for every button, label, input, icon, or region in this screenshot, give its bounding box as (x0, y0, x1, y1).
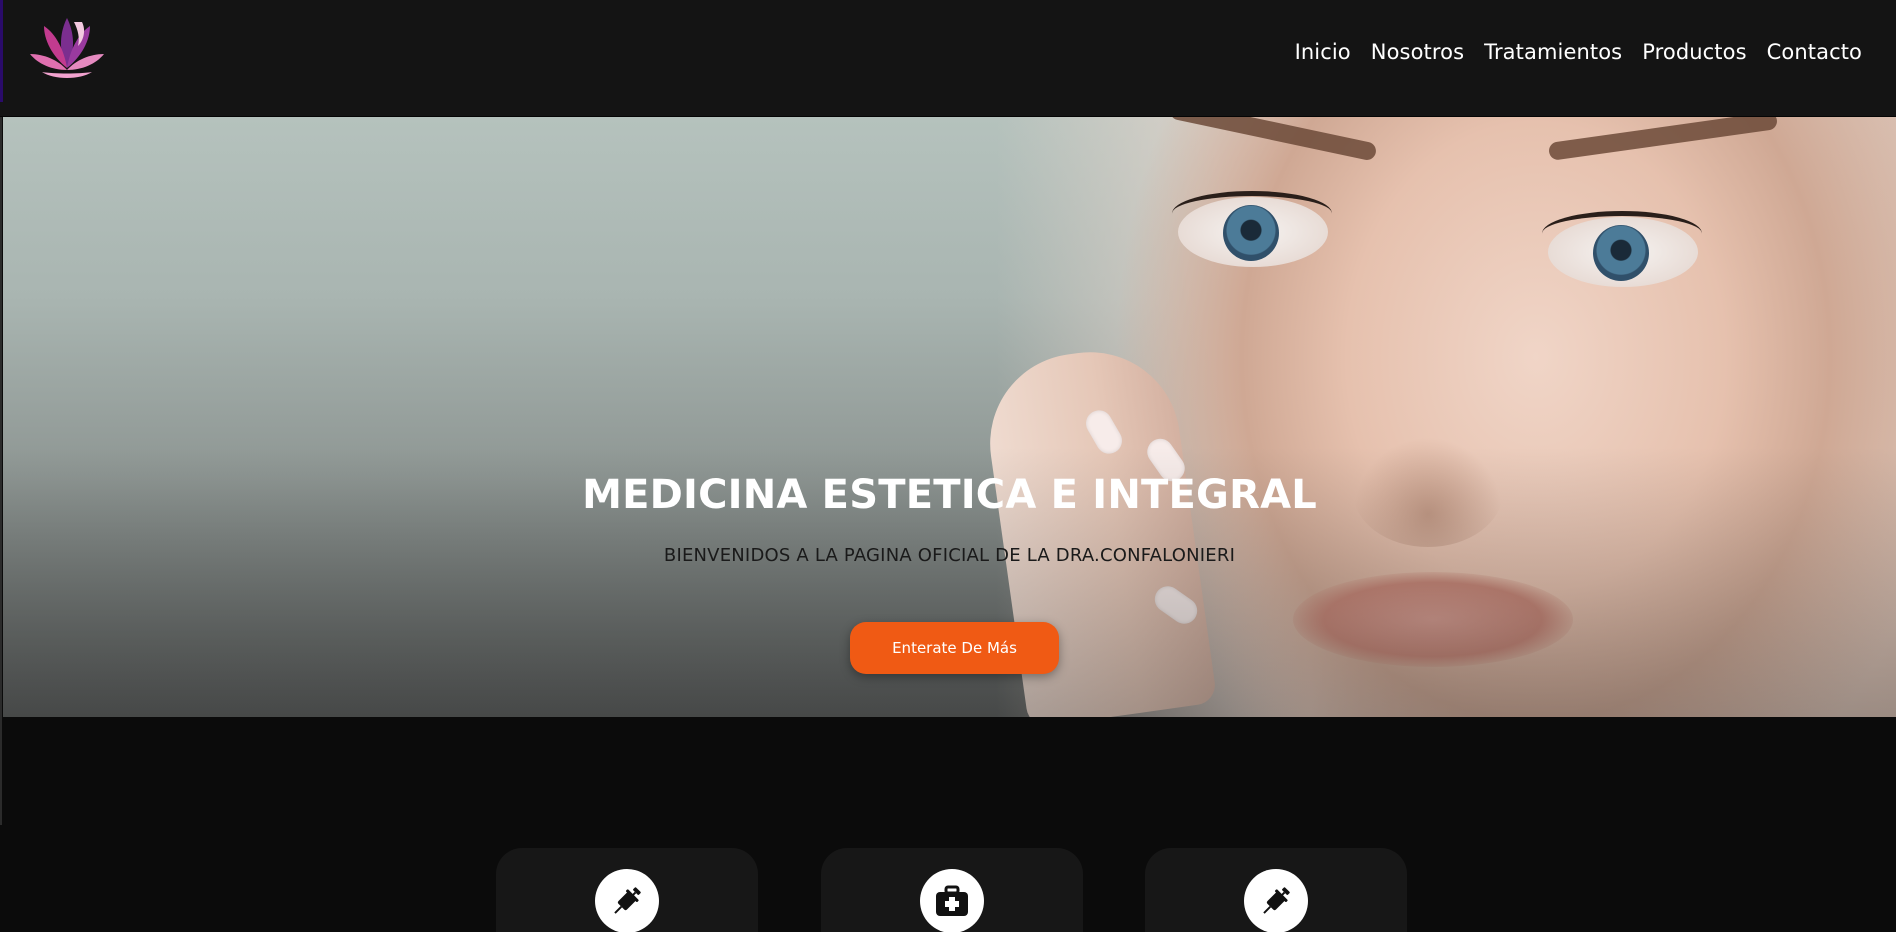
feature-card[interactable] (821, 848, 1083, 932)
left-edge-line (0, 117, 2, 825)
nav-link-tratamientos[interactable]: Tratamientos (1474, 40, 1632, 64)
hero-title: MEDICINA ESTETICA E INTEGRAL (582, 472, 1317, 518)
medical-kit-icon (920, 869, 984, 932)
nav-link-productos[interactable]: Productos (1632, 40, 1756, 64)
syringe-icon (595, 869, 659, 932)
feature-card[interactable] (496, 848, 758, 932)
nav-link-inicio[interactable]: Inicio (1285, 40, 1361, 64)
hero-subtitle: BIENVENIDOS A LA PAGINA OFICIAL DE LA DR… (663, 545, 1236, 566)
main-nav: Inicio Nosotros Tratamientos Productos C… (1285, 40, 1872, 64)
hero-banner: MEDICINA ESTETICA E INTEGRAL BIENVENIDOS… (3, 117, 1896, 717)
feature-card[interactable] (1145, 848, 1407, 932)
nav-link-nosotros[interactable]: Nosotros (1361, 40, 1474, 64)
site-header: Inicio Nosotros Tratamientos Productos C… (0, 0, 1896, 117)
learn-more-button[interactable]: Enterate De Más (850, 622, 1059, 674)
syringe-icon (1244, 869, 1308, 932)
lotus-logo[interactable] (22, 10, 112, 86)
nav-link-contacto[interactable]: Contacto (1757, 40, 1872, 64)
page: Inicio Nosotros Tratamientos Productos C… (0, 0, 1896, 932)
left-accent-bar (0, 0, 3, 102)
